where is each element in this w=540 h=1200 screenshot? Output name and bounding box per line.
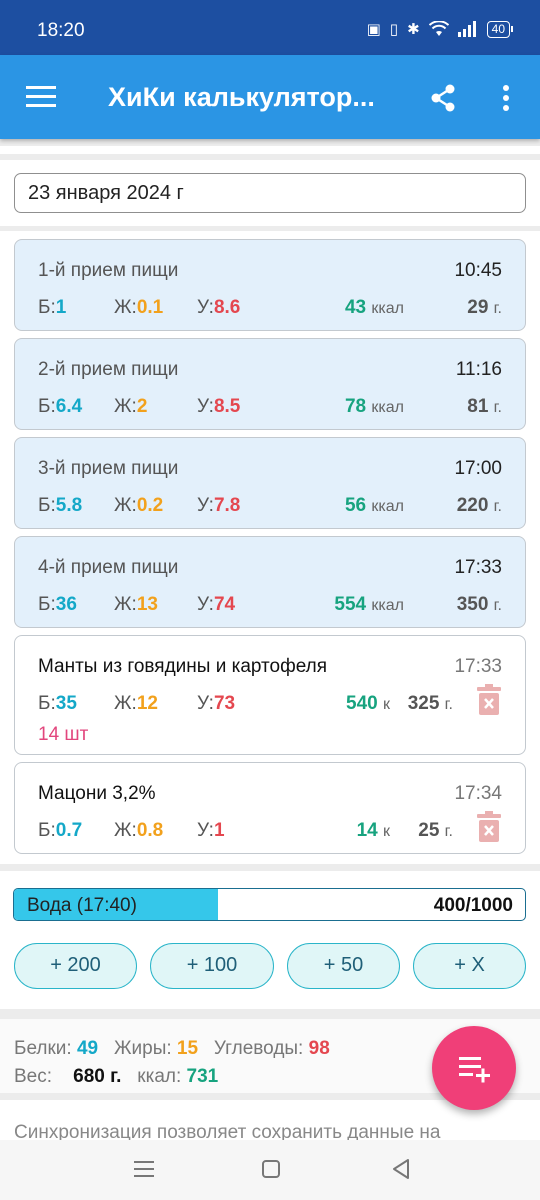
meal-weight: 29 г. <box>467 297 502 318</box>
date-field[interactable]: 23 января 2024 г <box>14 173 526 213</box>
meal-carbs: У:7.8 <box>197 495 241 516</box>
trash-icon[interactable] <box>477 684 501 715</box>
meal-protein: Б:6.4 <box>38 396 83 417</box>
product-card[interactable]: Мацони 3,2% 17:34 Б:0.7 Ж:0.8 У:1 14 к 2… <box>14 762 526 854</box>
product-name: Мацони 3,2% <box>38 783 156 804</box>
total-fat: 15 <box>176 1038 199 1059</box>
product-kcal: 14 к <box>356 820 390 841</box>
water-add-100-button[interactable]: + 100 <box>150 943 274 989</box>
product-carbs: У:1 <box>197 820 225 841</box>
home-icon[interactable] <box>258 1156 284 1182</box>
status-bar: 18:20 ▣ ▯ ✱ 40 <box>0 0 540 55</box>
product-kcal: 540 к <box>346 693 390 714</box>
hamburger-icon[interactable] <box>26 84 56 108</box>
total-carbs: 98 <box>308 1038 330 1059</box>
share-icon[interactable] <box>428 83 458 113</box>
meal-time: 11:16 <box>455 359 502 380</box>
app-bar: ХиКи калькулятор... <box>0 55 540 139</box>
signal-icon <box>457 21 476 37</box>
product-weight: 325 г. <box>407 693 453 714</box>
meal-time: 17:00 <box>454 458 502 479</box>
top-strip <box>0 146 540 154</box>
meal-protein: Б:5.8 <box>38 495 83 516</box>
meal-protein: Б:1 <box>38 297 67 318</box>
total-protein: 49 <box>76 1038 99 1059</box>
water-label: Вода (17:40) <box>27 895 137 916</box>
meal-card[interactable]: 1-й прием пищи 10:45 Б:1 Ж:0.1 У:8.6 43 … <box>14 239 526 331</box>
back-icon[interactable] <box>388 1156 414 1182</box>
totals-line-weight: Вес: 680 г. ккал: 731 <box>14 1066 219 1087</box>
product-protein: Б:35 <box>38 693 77 714</box>
meal-name: 4-й прием пищи <box>38 557 179 578</box>
meal-time: 17:33 <box>454 557 502 578</box>
meal-fat: Ж:0.2 <box>114 495 164 516</box>
product-carbs: У:73 <box>197 693 236 714</box>
nfc-icon: ▣ <box>366 21 381 38</box>
recents-icon[interactable] <box>131 1156 157 1182</box>
app-title: ХиКи калькулятор... <box>108 82 375 112</box>
water-progress-bar: Вода (17:40) 400/1000 <box>13 888 526 921</box>
product-quantity: 14 шт <box>38 724 89 745</box>
meal-protein: Б:36 <box>38 594 77 615</box>
product-fat: Ж:0.8 <box>114 820 164 841</box>
water-count: 400/1000 <box>433 895 513 916</box>
navigation-bar <box>0 1140 540 1200</box>
product-weight: 25 г. <box>418 820 453 841</box>
meal-fat: Ж:2 <box>114 396 148 417</box>
meal-kcal: 56 ккал <box>344 495 404 516</box>
sync-text: Синхронизация позволяет сохранить данные… <box>14 1122 441 1140</box>
product-time: 17:34 <box>454 783 502 804</box>
meal-card[interactable]: 3-й прием пищи 17:00 Б:5.8 Ж:0.2 У:7.8 5… <box>14 437 526 529</box>
meal-card[interactable]: 4-й прием пищи 17:33 Б:36 Ж:13 У:74 554 … <box>14 536 526 628</box>
water-add-50-button[interactable]: + 50 <box>287 943 400 989</box>
meal-name: 2-й прием пищи <box>38 359 179 380</box>
total-kcal: 731 <box>186 1066 219 1087</box>
meal-fat: Ж:0.1 <box>114 297 164 318</box>
meal-name: 3-й прием пищи <box>38 458 179 479</box>
total-weight: 680 г. <box>73 1066 122 1087</box>
meal-weight: 220 г. <box>456 495 502 516</box>
product-time: 17:33 <box>454 656 502 677</box>
meal-weight: 350 г. <box>456 594 502 615</box>
meal-kcal: 43 ккал <box>344 297 404 318</box>
product-card[interactable]: Манты из говядины и картофеля 17:33 Б:35… <box>14 635 526 755</box>
product-name: Манты из говядины и картофеля <box>38 656 328 677</box>
meal-carbs: У:8.6 <box>197 297 241 318</box>
meal-weight: 81 г. <box>467 396 502 417</box>
meal-card[interactable]: 2-й прием пищи 11:16 Б:6.4 Ж:2 У:8.5 78 … <box>14 338 526 430</box>
meal-time: 10:45 <box>454 260 502 281</box>
more-vert-icon[interactable] <box>496 83 516 113</box>
add-meal-fab[interactable] <box>432 1026 516 1110</box>
meal-name: 1-й прием пищи <box>38 260 179 281</box>
meal-carbs: У:74 <box>197 594 236 615</box>
add-list-icon <box>459 1057 490 1083</box>
water-add-200-button[interactable]: + 200 <box>14 943 137 989</box>
meal-kcal: 554 ккал <box>334 594 404 615</box>
status-time: 18:20 <box>37 20 85 41</box>
product-protein: Б:0.7 <box>38 820 83 841</box>
wifi-icon <box>428 21 449 36</box>
totals-line-macros: Белки: 49 Жиры: 15 Углеводы: 98 <box>14 1038 330 1059</box>
status-icons: ▣ ▯ ✱ 40 <box>366 20 514 38</box>
meal-fat: Ж:13 <box>114 594 158 615</box>
water-add-custom-button[interactable]: + X <box>413 943 526 989</box>
meal-kcal: 78 ккал <box>344 396 404 417</box>
meal-carbs: У:8.5 <box>197 396 241 417</box>
vibrate-icon: ▯ <box>389 21 399 38</box>
battery-icon: 40 <box>486 20 514 38</box>
product-fat: Ж:12 <box>114 693 158 714</box>
trash-icon[interactable] <box>477 811 501 842</box>
bluetooth-icon: ✱ <box>407 21 420 38</box>
